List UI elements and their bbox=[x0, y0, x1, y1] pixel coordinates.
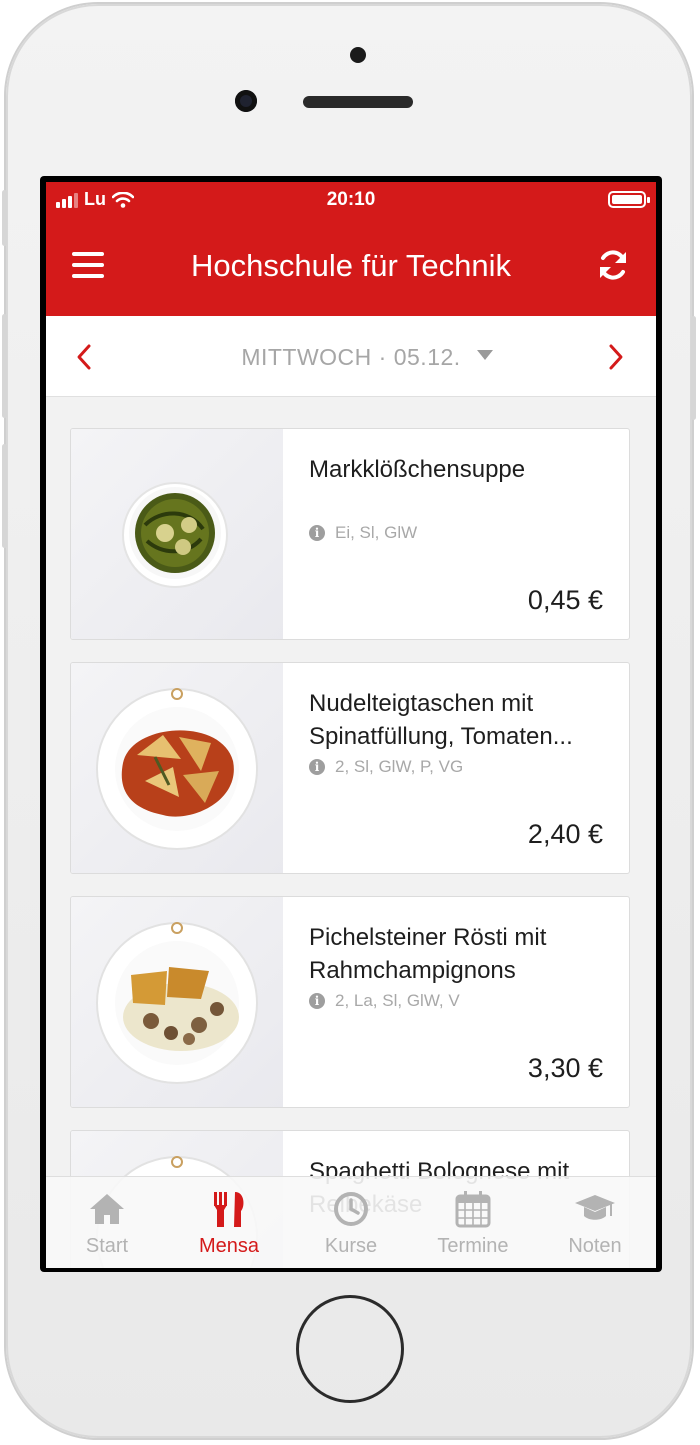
next-day-icon[interactable] bbox=[604, 342, 628, 372]
dish-price: 2,40 € bbox=[527, 819, 603, 849]
tab-label: Noten bbox=[568, 1235, 622, 1257]
allergen-info: i 2, La, Sl, GlW, V bbox=[309, 991, 460, 1011]
selected-date[interactable]: MITTWOCH · 05.12. bbox=[46, 344, 656, 371]
allergen-codes: 2, Sl, GlW, P, VG bbox=[335, 757, 464, 776]
info-icon: i bbox=[309, 759, 325, 775]
allergen-codes: 2, La, Sl, GlW, V bbox=[335, 991, 460, 1010]
dish-photo bbox=[71, 429, 283, 639]
info-icon: i bbox=[309, 993, 325, 1009]
refresh-icon[interactable] bbox=[596, 248, 630, 282]
tab-noten[interactable]: Noten bbox=[534, 1185, 656, 1268]
nav-bar: Hochschule für Technik bbox=[46, 218, 656, 316]
screen: Lu 20:10 Hochschule für Technik MITTWOCH… bbox=[40, 176, 662, 1272]
status-bar: Lu 20:10 bbox=[46, 182, 656, 218]
graduation-cap-icon bbox=[575, 1195, 615, 1220]
dish-photo bbox=[71, 663, 283, 873]
menu-item-card[interactable]: Pichelsteiner Rösti mit Rahmchampignons … bbox=[70, 896, 630, 1108]
dish-name: Markklößchensuppe bbox=[309, 456, 526, 483]
tab-bar: Start Mensa Kurse Termine Noten bbox=[46, 1176, 656, 1268]
tab-mensa[interactable]: Mensa bbox=[168, 1185, 290, 1268]
tab-label: Kurse bbox=[324, 1235, 378, 1257]
power-button bbox=[691, 316, 696, 420]
page-title: Hochschule für Technik bbox=[191, 248, 511, 283]
dish-name: Nudelteigtaschen mit Spinatfüllung, Toma… bbox=[309, 690, 573, 750]
home-icon bbox=[90, 1194, 124, 1224]
tab-kurse[interactable]: Kurse bbox=[290, 1185, 412, 1268]
dish-price: 0,45 € bbox=[527, 585, 603, 615]
menu-item-card[interactable]: Markklößchensuppe i Ei, Sl, GlW 0,45 € bbox=[70, 428, 630, 640]
tab-label: Mensa bbox=[198, 1235, 260, 1257]
status-time: 20:10 bbox=[326, 189, 376, 210]
allergen-info: i Ei, Sl, GlW bbox=[309, 523, 417, 543]
tab-termine[interactable]: Termine bbox=[412, 1185, 534, 1268]
cutlery-icon bbox=[214, 1192, 244, 1227]
menu-list: Markklößchensuppe i Ei, Sl, GlW 0,45 € N… bbox=[46, 396, 656, 1268]
earpiece-speaker bbox=[303, 96, 413, 108]
info-icon: i bbox=[309, 525, 325, 541]
calendar-icon bbox=[455, 1191, 491, 1228]
home-button[interactable] bbox=[296, 1295, 404, 1403]
proximity-sensor bbox=[350, 47, 366, 63]
date-selector: MITTWOCH · 05.12. bbox=[46, 316, 656, 397]
dish-photo bbox=[71, 897, 283, 1107]
tab-label: Start bbox=[85, 1235, 129, 1257]
dish-price: 3,30 € bbox=[527, 1053, 603, 1083]
tab-label: Termine bbox=[437, 1235, 509, 1257]
battery-icon bbox=[608, 191, 650, 208]
mute-switch bbox=[2, 190, 7, 246]
menu-item-card[interactable]: Nudelteigtaschen mit Spinatfüllung, Toma… bbox=[70, 662, 630, 874]
volume-down-button bbox=[2, 444, 7, 548]
clock-icon bbox=[334, 1192, 368, 1226]
allergen-info: i 2, Sl, GlW, P, VG bbox=[309, 757, 463, 777]
allergen-codes: Ei, Sl, GlW bbox=[335, 523, 418, 542]
front-camera bbox=[235, 90, 257, 112]
tab-start[interactable]: Start bbox=[46, 1185, 168, 1268]
dish-name: Pichelsteiner Rösti mit Rahmchampignons bbox=[309, 924, 547, 984]
volume-up-button bbox=[2, 314, 7, 418]
dropdown-caret-icon[interactable] bbox=[477, 350, 493, 360]
